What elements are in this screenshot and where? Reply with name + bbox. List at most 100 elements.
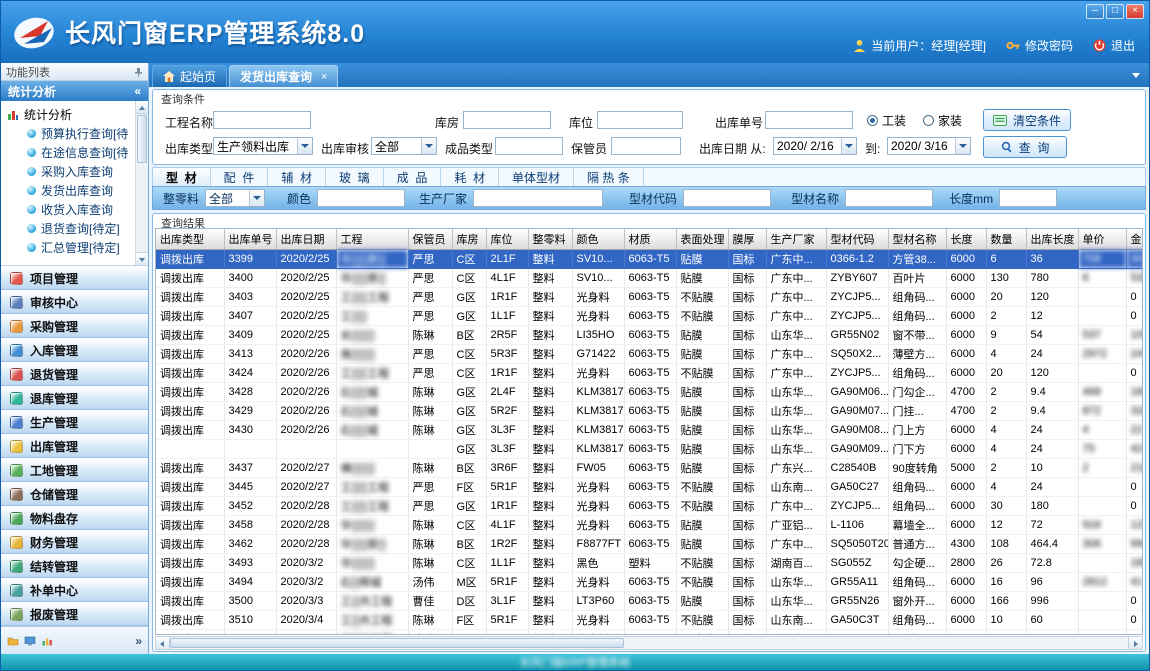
tree-item[interactable]: 在途信息查询[待 <box>7 143 134 162</box>
scroll-right-icon[interactable] <box>1128 637 1142 649</box>
table-row[interactable]: 调拨出库35002020/3/3工▒共工程曹佳D区3L1F整料LT3P60606… <box>156 591 1143 610</box>
project-name-input[interactable] <box>213 111 311 129</box>
material-tab[interactable]: 玻 璃 <box>326 168 384 186</box>
column-header[interactable]: 整零料 <box>528 229 572 249</box>
table-row[interactable]: 调拨出库34282020/2/26石▒▒城陈琳G区2L4F整料KLM381760… <box>156 382 1143 401</box>
column-header[interactable]: 长度 <box>946 229 986 249</box>
table-row[interactable]: 调拨出库34942020/3/2石▒辉城汤伟M区5R1F整料光身料6063-T5… <box>156 572 1143 591</box>
column-header[interactable]: 型材名称 <box>888 229 946 249</box>
maximize-button[interactable]: □ <box>1106 4 1124 19</box>
table-row[interactable]: 调拨出库35122020/3/4工▒共工程陈琳F区1L2F整料光身料6063-T… <box>156 629 1143 635</box>
pin-icon[interactable] <box>133 67 143 77</box>
radio-gongzhuang[interactable]: 工装 <box>867 112 906 129</box>
material-tab[interactable]: 隔 热 条 <box>574 168 644 186</box>
tree-item[interactable]: 收货入库查询 <box>7 200 134 219</box>
sidebar-group[interactable]: 工地管理 <box>1 458 148 482</box>
table-row[interactable]: 调拨出库34622020/2/28华▒▒原▒陈琳B区1R2F整料F8877FT6… <box>156 534 1143 553</box>
clear-conditions-button[interactable]: 清空条件 <box>983 109 1071 131</box>
table-row[interactable]: 调拨出库34242020/2/26工▒▒工程严思C区1R1F整料光身料6063-… <box>156 363 1143 382</box>
sidebar-group[interactable]: 项目管理 <box>1 266 148 290</box>
tree-item[interactable]: 发货出库查询 <box>7 181 134 200</box>
table-row[interactable]: 调拨出库35102020/3/4工▒共工程陈琳F区5R1F整料光身料6063-T… <box>156 610 1143 629</box>
chevron-down-icon[interactable] <box>421 138 436 154</box>
sidebar-group[interactable]: 仓储管理 <box>1 482 148 506</box>
material-tab[interactable]: 成 品 <box>384 168 442 186</box>
sidebar-group[interactable]: 结转管理 <box>1 554 148 578</box>
scroll-up-icon[interactable] <box>136 101 148 114</box>
outbound-audit-select[interactable]: 全部 <box>371 137 437 155</box>
tab-home[interactable]: 起始页 <box>152 65 227 87</box>
tab-shipment-outbound-query[interactable]: 发货出库查询 × <box>229 65 338 87</box>
sidebar-group[interactable]: 出库管理 <box>1 434 148 458</box>
sidebar-group[interactable]: 审核中心 <box>1 290 148 314</box>
table-row[interactable]: 调拨出库34372020/2/27佛▒▒▒陈琳B区3R6F整料FW056063-… <box>156 458 1143 477</box>
overflow-chevron-icon[interactable]: » <box>135 634 142 648</box>
outbound-type-select[interactable]: 生产领料出库 <box>213 137 313 155</box>
chevron-down-icon[interactable] <box>249 190 264 206</box>
material-tab[interactable]: 配 件 <box>211 168 269 186</box>
tree-item[interactable]: 采购入库查询 <box>7 162 134 181</box>
table-row[interactable]: 调拨出库34932020/3/2华▒▒▒陈琳C区1L1F整料黑色塑料不贴膜国标湖… <box>156 553 1143 572</box>
search-button[interactable]: 查 询 <box>983 136 1067 158</box>
table-row[interactable]: 调拨出库34032020/2/25工▒▒工程严思G区1R1F整料光身料6063-… <box>156 287 1143 306</box>
column-header[interactable]: 膜厚 <box>728 229 766 249</box>
chevron-down-icon[interactable] <box>955 138 970 154</box>
horizontal-scrollbar[interactable] <box>155 636 1143 650</box>
material-tab[interactable]: 耗 材 <box>441 168 499 186</box>
column-header[interactable]: 金 <box>1126 229 1143 249</box>
close-button[interactable]: × <box>1126 4 1144 19</box>
table-row[interactable]: 调拨出库34132020/2/26南▒▒▒严思C区5R3F整料G71422606… <box>156 344 1143 363</box>
table-row[interactable]: 调拨出库34582020/2/28华▒▒▒陈琳C区4L1F整料光身料6063-T… <box>156 515 1143 534</box>
chart-icon[interactable] <box>41 635 53 647</box>
radio-jiazhuang[interactable]: 家装 <box>923 112 962 129</box>
column-header[interactable]: 保管员 <box>408 229 452 249</box>
tree-root-statistics[interactable]: 统计分析 <box>7 105 134 124</box>
sidebar-group[interactable]: 退库管理 <box>1 386 148 410</box>
sidebar-group[interactable]: 入库管理 <box>1 338 148 362</box>
table-row[interactable]: 调拨出库33992020/2/25华▒▒原▒严思C区2L1F整料SV10...6… <box>156 249 1143 268</box>
sidebar-group[interactable]: 补单中心 <box>1 578 148 602</box>
tree-scroll-thumb[interactable] <box>137 115 147 163</box>
table-row[interactable]: 调拨出库34072020/2/25工▒▒严思G区1L1F整料光身料6063-T5… <box>156 306 1143 325</box>
folder-icon[interactable] <box>7 635 19 647</box>
sidebar-group[interactable]: 生产管理 <box>1 410 148 434</box>
tab-close-icon[interactable]: × <box>321 71 327 83</box>
minimize-button[interactable]: – <box>1086 4 1104 19</box>
date-from-select[interactable]: 2020/ 2/16 <box>773 137 857 155</box>
sidebar-group[interactable]: 财务管理 <box>1 530 148 554</box>
column-header[interactable]: 颜色 <box>572 229 624 249</box>
length-mm-input[interactable] <box>999 189 1057 207</box>
column-header[interactable]: 出库日期 <box>276 229 336 249</box>
column-header[interactable]: 数量 <box>986 229 1026 249</box>
sidebar-group[interactable]: 报废管理 <box>1 602 148 626</box>
keeper-input[interactable] <box>611 137 681 155</box>
date-to-select[interactable]: 2020/ 3/16 <box>887 137 971 155</box>
sidebar-group[interactable]: 退货管理 <box>1 362 148 386</box>
tab-overflow-icon[interactable] <box>1132 73 1140 78</box>
column-header[interactable]: 出库长度 <box>1026 229 1078 249</box>
logout-button[interactable]: 退出 <box>1093 37 1135 54</box>
column-header[interactable]: 工程 <box>336 229 408 249</box>
whole-part-select[interactable]: 全部 <box>205 189 265 207</box>
table-row[interactable]: 调拨出库34452020/2/27工▒▒工程严思F区5R1F整料光身料6063-… <box>156 477 1143 496</box>
scroll-down-icon[interactable] <box>136 252 148 265</box>
order-no-input[interactable] <box>765 111 853 129</box>
tree-scrollbar[interactable] <box>135 101 148 265</box>
material-tab[interactable]: 单体型材 <box>499 168 574 186</box>
column-header[interactable]: 库位 <box>486 229 528 249</box>
column-header[interactable]: 出库类型 <box>156 229 224 249</box>
profile-name-input[interactable] <box>845 189 933 207</box>
table-row[interactable]: 调拨出库34522020/2/28工▒▒工程严思G区1R1F整料光身料6063-… <box>156 496 1143 515</box>
collapse-icon[interactable]: « <box>134 84 141 98</box>
column-header[interactable]: 表面处理 <box>676 229 728 249</box>
table-row[interactable]: 调拨出库34092020/2/25长▒▒▒陈琳B区2R5F整料LI35HO606… <box>156 325 1143 344</box>
column-header[interactable]: 材质 <box>624 229 676 249</box>
column-header[interactable]: 出库单号 <box>224 229 276 249</box>
tree-item[interactable]: 预算执行查询[待 <box>7 124 134 143</box>
sidebar-group[interactable]: 采购管理 <box>1 314 148 338</box>
column-header[interactable]: 型材代码 <box>826 229 888 249</box>
sidebar-group[interactable]: 物料盘存 <box>1 506 148 530</box>
column-header[interactable]: 库房 <box>452 229 486 249</box>
chevron-down-icon[interactable] <box>841 138 856 154</box>
material-tab[interactable]: 型 材 <box>153 168 211 186</box>
